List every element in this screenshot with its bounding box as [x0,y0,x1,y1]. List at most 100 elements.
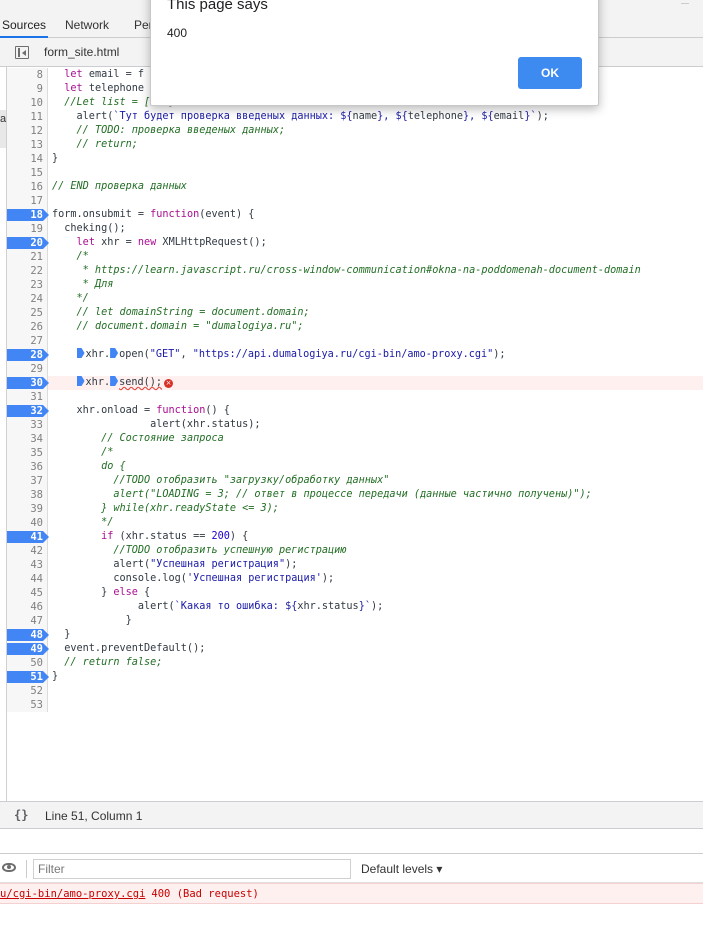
line-number-gutter[interactable]: 38 [7,488,48,502]
code-line[interactable]: 31 [7,390,703,404]
tab-network[interactable]: Network [63,12,111,38]
code-line[interactable]: 22 * https://learn.javascript.ru/cross-w… [7,264,703,278]
tab-sources[interactable]: Sources [0,12,49,38]
line-number-gutter[interactable]: 19 [7,222,48,236]
line-number-gutter[interactable]: 50 [7,656,48,670]
line-number-gutter[interactable]: 53 [7,698,48,712]
code-line[interactable]: 20 let xhr = new XMLHttpRequest(); [7,236,703,250]
code-line[interactable]: 17 [7,194,703,208]
code-line[interactable]: 34 // Состояние запроса [7,432,703,446]
breakpoint-marker[interactable]: 41 [7,530,49,544]
line-number-gutter[interactable]: 11 [7,110,48,124]
line-number-gutter[interactable]: 40 [7,516,48,530]
code-line[interactable]: 44 console.log('Успешная регистрация'); [7,572,703,586]
line-number-gutter[interactable]: 52 [7,684,48,698]
code-line[interactable]: 47 } [7,614,703,628]
ok-button[interactable]: OK [518,57,582,89]
code-line[interactable]: 18 form.onsubmit = function(event) { [7,208,703,222]
breakpoint-marker[interactable]: 30 [7,376,49,390]
log-levels-dropdown[interactable]: Default levels ▾ [361,862,442,876]
line-number-gutter[interactable]: 29 [7,362,48,376]
pretty-print-icon[interactable]: {} [14,808,28,822]
code-line[interactable]: 12 // TODO: проверка введеных данных; [7,124,703,138]
code-line[interactable]: 46 alert(`Какая то ошибка: ${xhr.status}… [7,600,703,614]
code-line[interactable]: 48 } [7,628,703,642]
code-line[interactable]: 11 alert(`Тут будет проверка введеных да… [7,110,703,124]
line-number-gutter[interactable]: 21 [7,250,48,264]
console-filter-input[interactable] [33,859,351,879]
code-line[interactable]: 24 */ [7,292,703,306]
line-number-gutter[interactable]: 14 [7,152,48,166]
line-number-gutter[interactable]: 13 [7,138,48,152]
line-number-gutter[interactable]: 39 [7,502,48,516]
code-line[interactable]: 13 // return; [7,138,703,152]
code-editor[interactable]: 8 let email = f9 let telephone 10 //Let l… [7,67,703,801]
line-number-gutter[interactable]: 17 [7,194,48,208]
code-line[interactable]: 40 */ [7,516,703,530]
code-line[interactable]: 30 xhr. send(); × [7,376,703,390]
more-tabs-icon[interactable] [681,0,689,4]
line-number-gutter[interactable]: 10 [7,96,48,110]
line-number-gutter[interactable]: 46 [7,600,48,614]
line-number-gutter[interactable]: 34 [7,432,48,446]
code-line[interactable]: 28 xhr. open("GET", "https://api.dumalogi… [7,348,703,362]
line-number-gutter[interactable]: 36 [7,460,48,474]
code-line[interactable]: 38 alert("LOADING = 3; // ответ в процес… [7,488,703,502]
line-number-gutter[interactable]: 31 [7,390,48,404]
line-number-gutter[interactable]: 42 [7,544,48,558]
code-line[interactable]: 53 [7,698,703,712]
code-line[interactable]: 49 event.preventDefault(); [7,642,703,656]
line-number-gutter[interactable]: 8 [7,68,48,82]
eye-icon[interactable] [2,863,16,872]
line-number-gutter[interactable]: 16 [7,180,48,194]
line-number-gutter[interactable]: 47 [7,614,48,628]
code-line[interactable]: 43 alert("Успешная регистрация"); [7,558,703,572]
code-line[interactable]: 16 // END проверка данных [7,180,703,194]
code-line[interactable]: 26 // document.domain = "dumalogiya.ru"; [7,320,703,334]
breakpoint-marker[interactable]: 49 [7,642,49,656]
breakpoint-marker[interactable]: 51 [7,670,49,684]
code-line[interactable]: 41 if (xhr.status == 200) { [7,530,703,544]
code-line[interactable]: 37 //TODO отобразить "загрузку/обработку… [7,474,703,488]
code-line[interactable]: 50 // return false; [7,656,703,670]
line-number-gutter[interactable]: 9 [7,82,48,96]
breakpoint-marker[interactable]: 28 [7,348,49,362]
code-line[interactable]: 51} [7,670,703,684]
breakpoint-marker[interactable]: 20 [7,236,49,250]
code-line[interactable]: 35 /* [7,446,703,460]
line-number-gutter[interactable]: 25 [7,306,48,320]
line-number-gutter[interactable]: 45 [7,586,48,600]
line-number-gutter[interactable]: 44 [7,572,48,586]
code-line[interactable]: 25 // let domainString = document.domain… [7,306,703,320]
error-source-link[interactable]: u/cgi-bin/amo-proxy.cgi [0,888,145,900]
line-number-gutter[interactable]: 15 [7,166,48,180]
breakpoint-marker[interactable]: 48 [7,628,49,642]
breakpoint-marker[interactable]: 18 [7,208,49,222]
line-number-gutter[interactable]: 24 [7,292,48,306]
code-line[interactable]: 42 //TODO отобразить успешную регистраци… [7,544,703,558]
line-number-gutter[interactable]: 27 [7,334,48,348]
code-line[interactable]: 23 * Для [7,278,703,292]
breakpoint-marker[interactable]: 32 [7,404,49,418]
code-line[interactable]: 29 [7,362,703,376]
code-line[interactable]: 21 /* [7,250,703,264]
line-number-gutter[interactable]: 37 [7,474,48,488]
line-number-gutter[interactable]: 26 [7,320,48,334]
code-line[interactable]: 27 [7,334,703,348]
toggle-navigator-icon[interactable] [15,46,29,59]
code-line[interactable]: 32 xhr.onload = function() { [7,404,703,418]
code-line[interactable]: 39 } while(xhr.readyState <= 3); [7,502,703,516]
line-number-gutter[interactable]: 12 [7,124,48,138]
line-number-gutter[interactable]: 22 [7,264,48,278]
file-tab-form-site[interactable]: form_site.html [34,38,129,67]
code-line[interactable]: 45 } else { [7,586,703,600]
code-line[interactable]: 52 [7,684,703,698]
code-line[interactable]: 36 do { [7,460,703,474]
code-line[interactable]: 15 [7,166,703,180]
code-line[interactable]: 19 cheking(); [7,222,703,236]
line-number-gutter[interactable]: 43 [7,558,48,572]
code-line[interactable]: 14} [7,152,703,166]
code-line[interactable]: 33 alert(xhr.status); [7,418,703,432]
line-number-gutter[interactable]: 35 [7,446,48,460]
line-number-gutter[interactable]: 33 [7,418,48,432]
